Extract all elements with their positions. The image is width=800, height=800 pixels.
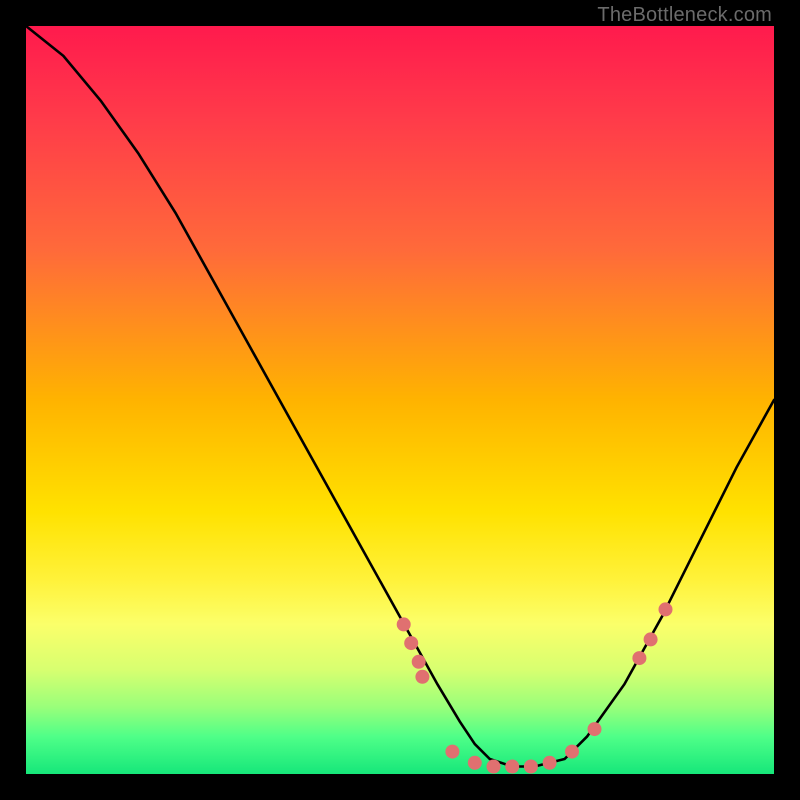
watermark-label: TheBottleneck.com: [597, 4, 772, 27]
chart-frame: TheBottleneck.com: [0, 0, 800, 800]
chart-plot-area: [26, 26, 774, 774]
bottleneck-curve: [26, 26, 774, 767]
curve-marker: [487, 760, 501, 774]
curve-markers: [397, 602, 673, 773]
chart-svg: [26, 26, 774, 774]
curve-marker: [397, 617, 411, 631]
curve-marker: [543, 756, 557, 770]
curve-marker: [588, 722, 602, 736]
curve-marker: [632, 651, 646, 665]
curve-marker: [404, 636, 418, 650]
curve-marker: [445, 745, 459, 759]
curve-marker: [412, 655, 426, 669]
curve-marker: [468, 756, 482, 770]
curve-marker: [659, 602, 673, 616]
curve-marker: [505, 760, 519, 774]
curve-marker: [644, 632, 658, 646]
curve-marker: [524, 760, 538, 774]
curve-marker: [415, 670, 429, 684]
curve-marker: [565, 745, 579, 759]
